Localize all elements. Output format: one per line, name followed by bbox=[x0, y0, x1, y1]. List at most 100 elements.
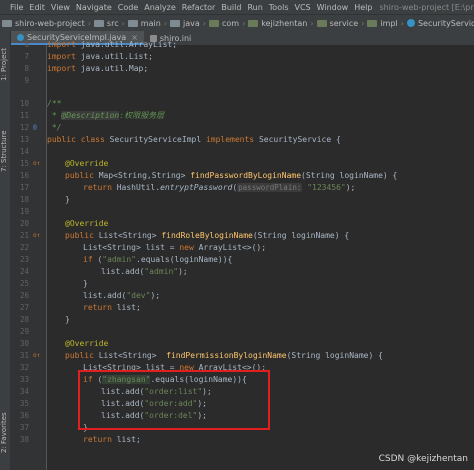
line-number: 32 bbox=[19, 363, 29, 372]
menu-view[interactable]: View bbox=[48, 3, 73, 12]
menu-edit[interactable]: Edit bbox=[26, 3, 48, 12]
menu-analyze[interactable]: Analyze bbox=[141, 3, 179, 12]
folder-icon bbox=[93, 19, 104, 27]
code-line: return HashUtil.entryptPassword(password… bbox=[83, 183, 356, 192]
line-number: 6 bbox=[24, 40, 29, 49]
breadcrumb-item-java[interactable]: java bbox=[168, 19, 202, 28]
package-icon bbox=[248, 19, 259, 27]
breadcrumb-item-class[interactable]: SecurityServiceImpl bbox=[405, 19, 474, 28]
menu-build[interactable]: Build bbox=[218, 3, 244, 12]
line-number: 12 bbox=[19, 123, 29, 132]
line-number: 29 bbox=[19, 327, 29, 336]
override-gutter-icon[interactable]: o↑ bbox=[33, 158, 43, 170]
line-number: 20 bbox=[19, 219, 29, 228]
line-number: 9 bbox=[24, 76, 29, 85]
line-number: 18 bbox=[19, 195, 29, 204]
line-number: 28 bbox=[19, 315, 29, 324]
parameter-hint: passwordPlain: bbox=[237, 183, 303, 192]
line-number: 36 bbox=[19, 411, 29, 420]
code-line: import java.util.List; bbox=[47, 52, 153, 61]
class-icon bbox=[406, 19, 415, 27]
code-line: /** bbox=[47, 99, 62, 108]
line-number: 30 bbox=[19, 339, 29, 348]
project-tool-tab[interactable]: 1: Project bbox=[0, 35, 10, 95]
line-number: 25 bbox=[19, 279, 29, 288]
code-line: * @Description:权限服务层 bbox=[47, 111, 165, 120]
menu-help[interactable]: Help bbox=[351, 3, 375, 12]
line-number: 37 bbox=[19, 423, 29, 432]
left-tool-strip: 1: Project 7: Structure 2: Favorites bbox=[0, 31, 11, 470]
line-number: 27 bbox=[19, 303, 29, 312]
line-number: 17 bbox=[19, 183, 29, 192]
menu-vcs[interactable]: VCS bbox=[292, 3, 314, 12]
breadcrumb-item-impl[interactable]: impl bbox=[365, 19, 399, 28]
line-number: 7 bbox=[24, 52, 29, 61]
line-number: 31 bbox=[19, 351, 29, 360]
line-number: 14 bbox=[19, 147, 29, 156]
line-number: 24 bbox=[19, 267, 29, 276]
favorites-tool-tab[interactable]: 2: Favorites bbox=[0, 403, 10, 463]
breadcrumb-item-service[interactable]: service bbox=[315, 19, 361, 28]
line-number: 8 bbox=[24, 64, 29, 73]
code-editor[interactable]: import java.util.ArrayList; import java.… bbox=[47, 40, 474, 470]
line-number: 34 bbox=[19, 387, 29, 396]
menu-tools[interactable]: Tools bbox=[266, 3, 292, 12]
package-icon bbox=[208, 19, 219, 27]
breadcrumb-item-kejizhentan[interactable]: kejizhentan bbox=[246, 19, 309, 28]
code-line: import java.util.Map; bbox=[47, 64, 149, 73]
line-number: 23 bbox=[19, 255, 29, 264]
menu-run[interactable]: Run bbox=[244, 3, 265, 12]
menu-file[interactable]: File bbox=[7, 3, 26, 12]
code-line: public List<String> findRoleByloginName(… bbox=[65, 231, 350, 240]
code-line: @Override bbox=[65, 219, 109, 228]
line-number: 22 bbox=[19, 243, 29, 252]
override-gutter-icon[interactable]: o↑ bbox=[33, 230, 43, 242]
code-line: @Override bbox=[65, 159, 109, 168]
line-number: 11 bbox=[19, 111, 29, 120]
code-line: public class SecurityServiceImpl impleme… bbox=[47, 135, 341, 144]
breadcrumb-item-src[interactable]: src bbox=[92, 19, 121, 28]
code-line: list.add("order:add"); bbox=[101, 399, 207, 408]
line-number: 21 bbox=[19, 231, 29, 240]
code-line: } bbox=[65, 315, 70, 324]
code-line: } bbox=[83, 279, 88, 288]
code-line: public List<String> findPermissionBylogi… bbox=[65, 351, 383, 360]
line-number: 13 bbox=[19, 135, 29, 144]
code-line: if ("zhangsan".equals(loginName)){ bbox=[83, 375, 247, 384]
line-number: 15 bbox=[19, 159, 29, 168]
code-line: return list; bbox=[83, 303, 141, 312]
menu-bar: File Edit View Navigate Code Analyze Ref… bbox=[0, 0, 474, 14]
code-line: list.add("dev"); bbox=[83, 291, 161, 300]
code-line: return list; bbox=[83, 435, 141, 444]
code-line: list.add("order:list"); bbox=[101, 387, 212, 396]
code-line: list.add("admin"); bbox=[101, 267, 188, 276]
line-number: 19 bbox=[19, 207, 29, 216]
watermark: CSDN @kejizhentan bbox=[378, 454, 468, 464]
breadcrumb-item-com[interactable]: com bbox=[207, 19, 241, 28]
line-number: 33 bbox=[19, 375, 29, 384]
package-icon bbox=[316, 19, 327, 27]
code-line: } bbox=[83, 423, 88, 432]
menu-refactor[interactable]: Refactor bbox=[179, 3, 219, 12]
line-number: 35 bbox=[19, 399, 29, 408]
menu-window[interactable]: Window bbox=[314, 3, 352, 12]
menu-code[interactable]: Code bbox=[115, 3, 141, 12]
structure-tool-tab[interactable]: 7: Structure bbox=[0, 121, 10, 181]
folder-icon bbox=[170, 19, 180, 27]
code-line: List<String> list = new ArrayList<>(); bbox=[83, 243, 267, 252]
menu-navigate[interactable]: Navigate bbox=[73, 3, 115, 12]
code-line: } bbox=[65, 195, 70, 204]
code-line: @Override bbox=[65, 339, 109, 348]
breadcrumb-item-project[interactable]: shiro-web-project bbox=[0, 19, 87, 28]
code-line: if ("admin".equals(loginName)){ bbox=[83, 255, 233, 264]
breadcrumb-item-main[interactable]: main bbox=[126, 19, 163, 28]
line-number: 16 bbox=[19, 171, 29, 180]
override-gutter-icon[interactable]: o↑ bbox=[33, 350, 43, 362]
code-line: import java.util.ArrayList; bbox=[47, 40, 178, 49]
line-number: 26 bbox=[19, 291, 29, 300]
breadcrumb: shiro-web-project › src › main › java › com ›… bbox=[0, 14, 474, 32]
code-line: list.add("order:del"); bbox=[101, 411, 207, 420]
package-icon bbox=[367, 19, 378, 27]
code-line: List<String> list = new ArrayList<>(); bbox=[83, 363, 267, 372]
implements-gutter-icon[interactable]: @ bbox=[33, 122, 43, 134]
